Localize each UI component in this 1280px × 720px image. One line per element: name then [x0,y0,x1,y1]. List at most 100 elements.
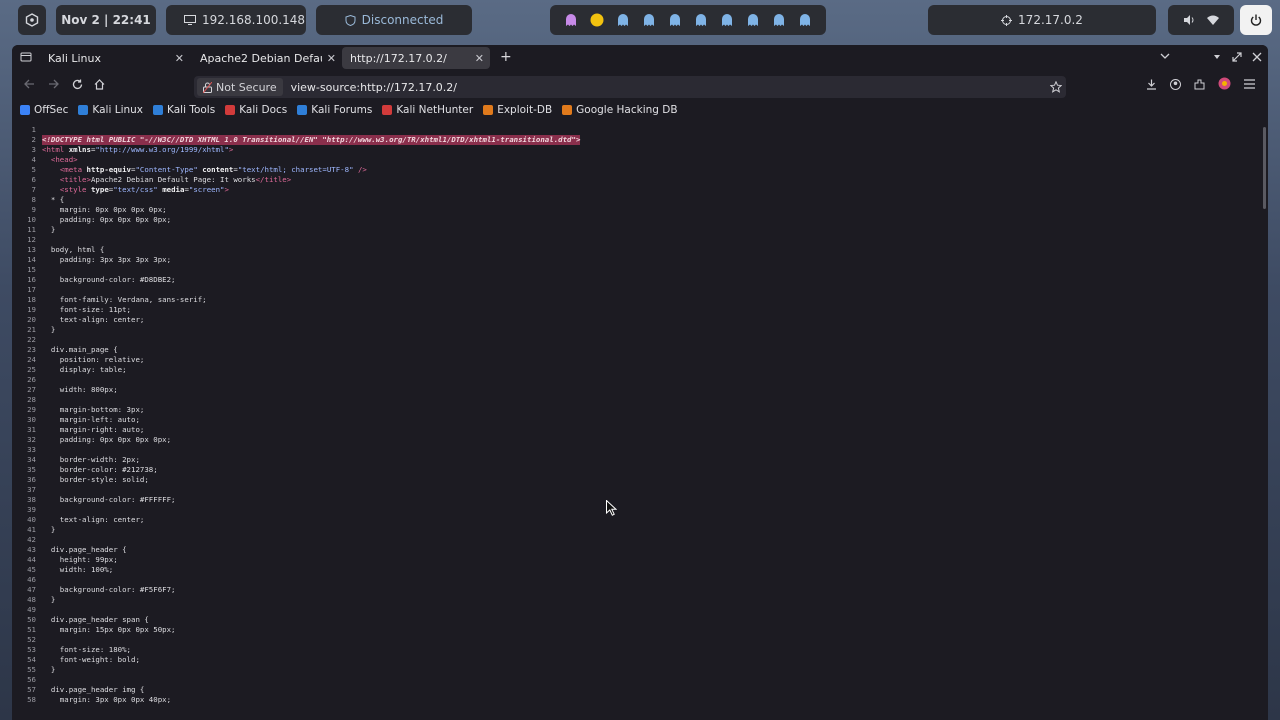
ghost-icon[interactable] [720,12,734,28]
line-number: 22 [27,335,36,344]
tab-apache-default[interactable]: Apache2 Debian Default Page: It works ✕ [192,47,342,69]
wifi-icon[interactable] [1206,15,1219,25]
shield-icon [345,14,356,26]
source-line: 18 font-family: Verdana, sans-serif; [12,295,580,305]
new-tab-button[interactable]: + [500,49,512,65]
line-number: 31 [27,425,36,434]
minimize-icon[interactable] [1212,52,1222,62]
bookmark-item[interactable]: Kali Forums [297,104,372,116]
line-number: 52 [27,635,36,644]
forward-arrow-icon[interactable] [48,79,59,89]
back-arrow-icon[interactable] [24,79,35,89]
tab-label: Kali Linux [48,51,102,65]
url-text[interactable]: view-source:http://172.17.0.2/ [291,81,457,94]
extensions-icon[interactable] [1194,79,1205,90]
close-icon[interactable]: ✕ [175,52,184,65]
line-number: 33 [27,445,36,454]
extension-badge-icon[interactable] [1218,77,1231,90]
bookmark-item[interactable]: Kali Docs [225,104,287,116]
line-text: * { [42,195,65,204]
target-ip-widget[interactable]: 172.17.0.2 [928,5,1156,35]
line-number: 48 [27,595,36,604]
security-label: Not Secure [216,80,277,94]
bookmark-item[interactable]: Google Hacking DB [562,104,678,116]
line-number: 10 [27,215,36,224]
line-number: 4 [31,155,36,164]
ghost-icon[interactable] [694,12,708,28]
bookmark-item[interactable]: Kali Linux [78,104,143,116]
window-close-icon[interactable] [1252,52,1262,62]
ghost-icon[interactable] [798,12,812,28]
chevron-down-icon[interactable] [1160,53,1170,60]
source-line: 4 <head> [12,155,580,165]
source-line: 10 padding: 0px 0px 0px 0px; [12,215,580,225]
source-line: 9 margin: 0px 0px 0px 0px; [12,205,580,215]
source-line: 28 [12,395,580,405]
ghost-icon[interactable] [616,12,630,28]
close-icon[interactable]: ✕ [475,52,484,65]
source-line: 22 [12,335,580,345]
bookmarks-toolbar: OffSec Kali Linux Kali Tools Kali Docs Kali … [12,101,1268,119]
line-number: 7 [31,185,36,194]
source-line: 51 margin: 15px 0px 0px 50px; [12,625,580,635]
bookmark-label: OffSec [34,104,69,116]
line-number: 20 [27,315,36,324]
tab-view-source[interactable]: http://172.17.0.2/ ✕ [342,47,490,69]
power-button[interactable] [1240,5,1272,35]
line-number: 36 [27,475,36,484]
tab-kali-linux[interactable]: Kali Linux ✕ [40,47,190,69]
reload-icon[interactable] [72,79,83,90]
line-text: background-color: #F5F6F7; [42,585,176,594]
source-line: 48 } [12,595,580,605]
hamburger-menu-icon[interactable] [1244,79,1255,89]
ghost-icon[interactable] [668,12,682,28]
tab-overview-icon[interactable] [20,51,32,63]
monitor-icon [184,15,196,25]
view-source-panel[interactable]: 1 2 <!DOCTYPE html PUBLIC "-//W3C//DTD XHT… [12,123,1268,720]
line-text: background-color: #D8DBE2; [42,275,176,284]
scrollbar-thumb[interactable] [1263,127,1266,209]
bookmark-item[interactable]: Exploit-DB [483,104,552,116]
security-indicator[interactable]: Not Secure [197,78,283,96]
line-number: 35 [27,465,36,474]
ghost-icon[interactable] [746,12,760,28]
source-line: 35 border-color: #212738; [12,465,580,475]
bookmark-star-icon[interactable] [1050,81,1062,93]
line-number: 17 [27,285,36,294]
pacman-icon[interactable] [590,12,604,28]
bookmark-item[interactable]: OffSec [20,104,68,116]
ghost-icon[interactable] [564,12,578,28]
line-number: 8 [31,195,36,204]
source-line: 57 div.page_header img { [12,685,580,695]
home-icon[interactable] [94,79,105,90]
volume-icon[interactable] [1183,15,1195,25]
vpn-ip-widget[interactable]: 192.168.100.148 [166,5,306,35]
source-line: 55 } [12,665,580,675]
address-bar[interactable]: Not Secure view-source:http://172.17.0.2… [194,76,1066,98]
connection-status-widget[interactable]: Disconnected [316,5,472,35]
close-icon[interactable]: ✕ [327,52,336,65]
bookmark-item[interactable]: Kali NetHunter [382,104,473,116]
line-number: 56 [27,675,36,684]
maximize-icon[interactable] [1232,52,1242,62]
downloads-icon[interactable] [1146,79,1157,90]
source-line: 15 [12,265,580,275]
line-number: 54 [27,655,36,664]
line-number: 6 [31,175,36,184]
source-line: 47 background-color: #F5F6F7; [12,585,580,595]
account-icon[interactable] [1170,79,1181,90]
source-line: 3 <html xmlns="http://www.w3.org/1999/xht… [12,145,580,155]
browser-window: Kali Linux ✕ Apache2 Debian Default Page… [12,45,1268,720]
clock[interactable]: Nov 2 | 22:41 [56,5,156,35]
line-text: body, html { [42,245,105,254]
ghost-icon[interactable] [772,12,786,28]
line-text: display: table; [42,365,127,374]
workspace-switcher[interactable] [550,5,826,35]
bookmark-item[interactable]: Kali Tools [153,104,215,116]
apps-menu-button[interactable] [18,5,46,35]
line-text: } [42,225,56,234]
system-tray[interactable] [1168,5,1234,35]
ghost-icon[interactable] [642,12,656,28]
line-number: 44 [27,555,36,564]
line-number: 11 [27,225,36,234]
